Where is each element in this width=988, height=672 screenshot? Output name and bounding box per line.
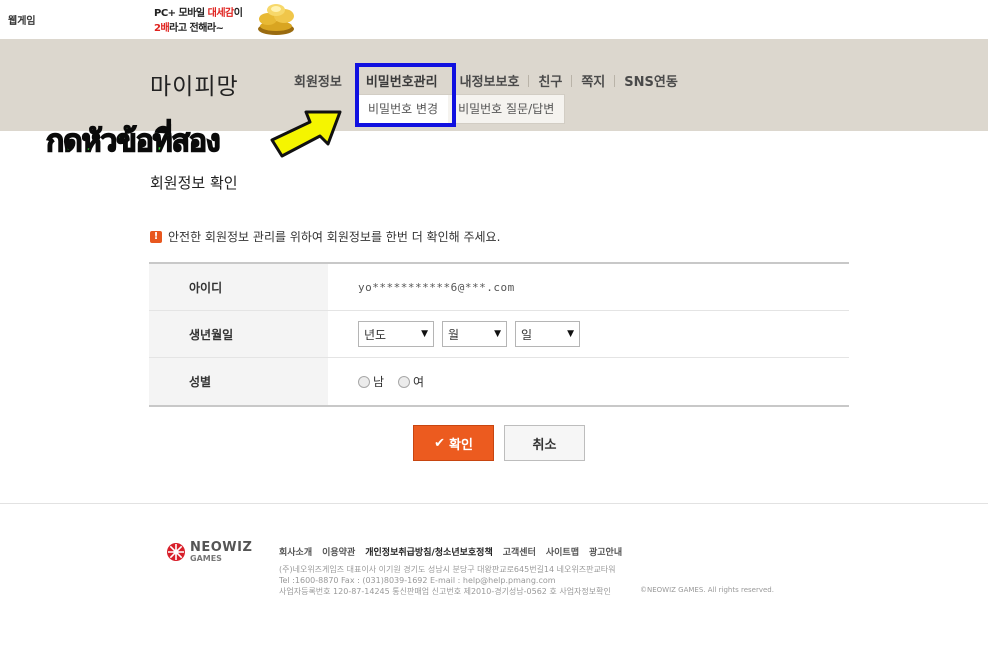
- form-row-gender: 성별 남 여: [149, 358, 849, 405]
- footer-link-terms[interactable]: 이용약관: [322, 545, 355, 558]
- footer-link-support[interactable]: 고객센터: [503, 545, 536, 558]
- logo-sub: GAMES: [190, 554, 222, 563]
- birth-day-select[interactable]: 일 ▼: [515, 321, 580, 347]
- webgame-link[interactable]: 웹게임: [8, 12, 36, 27]
- annotation-highlight-box: [355, 63, 456, 127]
- top-bar: 웹게임 PC+ 모바일 대세감이 2배라고 전해라~: [0, 0, 988, 39]
- page-title: 마이피망: [150, 74, 239, 100]
- birthdate-label: 생년월일: [149, 311, 328, 357]
- footer-info-line: 사업자등록번호 120-87-14245 통신판매업 신고번호 제2010-경기…: [279, 587, 611, 596]
- banner-line-2: 2배라고 전해라~: [154, 23, 224, 34]
- checkmark-icon: ✔: [434, 435, 445, 451]
- main-menu: 회원정보 비밀번호관리 내정보보호 친구 쪽지 SNS연동: [294, 71, 678, 90]
- id-value: yo***********6@***.com: [358, 280, 515, 294]
- menu-friends[interactable]: 친구: [538, 71, 562, 90]
- footer-divider: [0, 503, 988, 504]
- confirm-button[interactable]: ✔ 확인: [413, 425, 494, 461]
- menu-member-info[interactable]: 회원정보: [294, 71, 342, 90]
- radio-circle-icon: [398, 375, 411, 388]
- birth-month-select[interactable]: 월 ▼: [442, 321, 507, 347]
- member-info-form: 아이디 yo***********6@***.com 생년월일 년도 ▼ 월 ▼ 일…: [149, 262, 849, 407]
- footer-info-line: (주)네오위즈게임즈 대표이사 이기원 경기도 성남시 분당구 대왕판교로645…: [279, 565, 616, 574]
- menu-sns-link[interactable]: SNS연동: [624, 71, 678, 90]
- submenu-password-qa[interactable]: 비밀번호 질문/답변: [448, 95, 564, 123]
- menu-divider: [528, 74, 530, 87]
- annotation-text: กดหัวข้อที่สอง: [45, 123, 221, 160]
- banner-line-1: PC+ 모바일 대세감이: [154, 8, 243, 19]
- notice-message: ! 안전한 회원정보 관리를 위하여 회원정보를 한번 더 확인해 주세요.: [150, 228, 500, 245]
- annotation-arrow-icon: [270, 110, 342, 158]
- gender-female-radio[interactable]: 여: [398, 373, 424, 390]
- gender-male-radio[interactable]: 남: [358, 373, 384, 390]
- gold-coins-icon: [258, 4, 294, 35]
- radio-circle-icon: [358, 375, 370, 388]
- form-row-birth: 생년월일 년도 ▼ 월 ▼ 일 ▼: [149, 311, 849, 358]
- birth-year-select[interactable]: 년도 ▼: [358, 321, 434, 347]
- footer-links: 회사소개 이용약관 개인정보취급방침/청소년보호정책 고객센터 사이트맵 광고안…: [279, 545, 632, 558]
- footer-link-sitemap[interactable]: 사이트맵: [546, 545, 579, 558]
- neowiz-logo-icon: [167, 543, 185, 561]
- menu-divider: [571, 74, 573, 87]
- form-row-id: 아이디 yo***********6@***.com: [149, 264, 849, 311]
- menu-messages[interactable]: 쪽지: [581, 71, 605, 90]
- menu-privacy-protection[interactable]: 내정보보호: [460, 71, 520, 90]
- menu-divider: [614, 74, 616, 87]
- footer-link-about[interactable]: 회사소개: [279, 545, 312, 558]
- logo-name: NEOWIZ: [190, 540, 253, 555]
- footer-link-privacy[interactable]: 개인정보취급방침/청소년보호정책: [365, 545, 493, 558]
- promo-banner[interactable]: PC+ 모바일 대세감이 2배라고 전해라~: [154, 2, 298, 36]
- id-label: 아이디: [149, 264, 328, 310]
- warning-icon: !: [150, 230, 162, 243]
- footer-info-line: Tel :1600-8870 Fax : (031)8039-1692 E-ma…: [279, 576, 556, 585]
- dropdown-arrow-icon: ▼: [567, 329, 574, 339]
- cancel-button[interactable]: 취소: [504, 425, 585, 461]
- dropdown-arrow-icon: ▼: [421, 329, 428, 339]
- dropdown-arrow-icon: ▼: [494, 329, 501, 339]
- footer-link-ads[interactable]: 광고안내: [589, 545, 622, 558]
- section-title: 회원정보 확인: [150, 174, 238, 192]
- footer-copyright: ©NEOWIZ GAMES. All rights reserved.: [640, 586, 774, 594]
- gender-label: 성별: [149, 358, 328, 405]
- neowiz-logo[interactable]: NEOWIZ GAMES: [166, 541, 252, 563]
- footer-company-info: (주)네오위즈게임즈 대표이사 이기원 경기도 성남시 분당구 대왕판교로645…: [279, 564, 616, 597]
- notice-text: 안전한 회원정보 관리를 위하여 회원정보를 한번 더 확인해 주세요.: [168, 230, 501, 244]
